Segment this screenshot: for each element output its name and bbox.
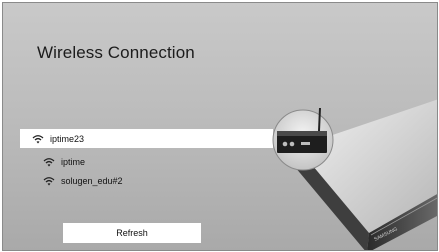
wifi-signal-icon bbox=[32, 134, 44, 144]
network-ssid: iptime bbox=[61, 157, 86, 167]
wifi-signal-icon bbox=[43, 176, 55, 186]
network-item-iptime23[interactable]: iptime23 bbox=[20, 129, 273, 148]
wifi-signal-icon bbox=[43, 157, 55, 167]
page-title: Wireless Connection bbox=[37, 43, 195, 62]
wireless-connection-screen: Wireless Connection iptime23 iptime solu… bbox=[2, 2, 438, 251]
network-item-iptime[interactable]: iptime bbox=[43, 153, 85, 171]
network-ssid: iptime23 bbox=[50, 133, 85, 144]
network-item-solugen-edu-2[interactable]: solugen_edu#2 bbox=[43, 172, 123, 190]
refresh-button[interactable]: Refresh bbox=[63, 223, 201, 243]
media-player-device-illustration: SAMSUNG bbox=[272, 99, 437, 250]
network-ssid: solugen_edu#2 bbox=[61, 176, 123, 186]
